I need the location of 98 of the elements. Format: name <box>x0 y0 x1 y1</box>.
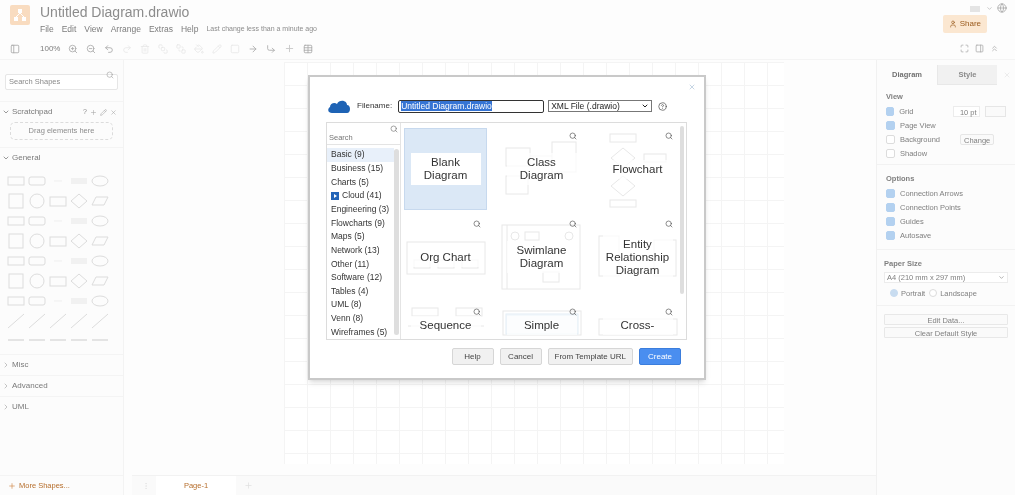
category-item[interactable]: Software (12) <box>327 270 394 285</box>
collapsed-caret-icon[interactable] <box>2 382 10 390</box>
zoom-icon[interactable] <box>473 308 481 316</box>
template-label: Simple <box>506 316 577 335</box>
section-header[interactable]: General <box>12 152 41 164</box>
checkbox[interactable] <box>886 134 895 144</box>
category-item[interactable]: Engineering (3) <box>327 202 394 217</box>
menu-item[interactable]: View <box>84 23 103 36</box>
share-button[interactable]: Share <box>942 15 987 33</box>
section-header[interactable]: Advanced <box>12 380 48 392</box>
menu-item[interactable]: Extras <box>148 23 173 36</box>
category-item[interactable]: Cloud (41) <box>327 188 394 203</box>
caret-icon <box>998 273 1005 281</box>
section-header[interactable]: Misc <box>12 359 29 371</box>
checkbox[interactable] <box>886 189 895 198</box>
category-item[interactable]: Network (13) <box>327 243 394 258</box>
template-tile[interactable]: Sequence <box>404 304 487 339</box>
category-item[interactable]: Wireframes (5) <box>327 325 394 339</box>
menu-item[interactable]: Arrange <box>110 23 141 36</box>
zoom-icon[interactable] <box>473 220 481 228</box>
panel-icon[interactable] <box>975 44 984 53</box>
zoom-icon[interactable] <box>665 308 673 316</box>
zoom-out-icon[interactable] <box>86 43 97 54</box>
arrow-icon[interactable] <box>248 43 259 54</box>
category-item[interactable]: Other (11) <box>327 257 394 271</box>
template-tile[interactable]: Swimlane Diagram <box>500 216 583 298</box>
zoom-dropdown[interactable]: 100% <box>40 42 61 55</box>
expanded-caret-icon[interactable] <box>2 154 10 162</box>
play-badge-icon <box>331 191 339 200</box>
globe-icon[interactable] <box>997 3 1007 13</box>
section-header[interactable]: UML <box>12 401 29 413</box>
close-icon[interactable] <box>688 83 696 91</box>
waypoint-icon[interactable] <box>266 43 277 54</box>
category-item[interactable]: Charts (5) <box>327 175 394 189</box>
panel-icon[interactable] <box>10 43 20 54</box>
checkbox[interactable] <box>886 217 895 226</box>
checkbox[interactable] <box>886 148 895 158</box>
category-item[interactable]: Business (15) <box>327 161 394 176</box>
checkbox[interactable] <box>886 231 895 240</box>
category-item[interactable]: UML (8) <box>327 298 394 312</box>
app-logo-icon <box>10 5 30 25</box>
plus-icon[interactable] <box>8 481 16 490</box>
menu-item[interactable]: File <box>40 23 54 36</box>
template-tile[interactable]: Flowchart <box>596 128 679 210</box>
search-icon <box>106 71 114 79</box>
zoom-icon[interactable] <box>665 132 673 140</box>
undo-icon[interactable] <box>104 43 115 54</box>
collapse-icon[interactable] <box>990 44 999 53</box>
collapsed-caret-icon[interactable] <box>2 361 10 369</box>
menu-item[interactable]: Help <box>181 23 199 36</box>
radio-button[interactable] <box>929 289 938 298</box>
category-item[interactable]: Basic (9) <box>327 148 394 162</box>
checkbox[interactable] <box>886 203 895 212</box>
plus-icon[interactable] <box>284 43 296 54</box>
template-tile[interactable]: Class Diagram <box>500 128 583 210</box>
cloud-icon <box>327 99 351 113</box>
category-item[interactable]: Maps (5) <box>327 229 394 244</box>
fullscreen-icon[interactable] <box>960 44 969 53</box>
caret-icon <box>641 102 650 110</box>
template-label: Entity Relationship Diagram <box>602 234 673 280</box>
expanded-caret-icon[interactable] <box>2 108 10 116</box>
template-tile[interactable]: Entity Relationship Diagram <box>596 216 679 298</box>
template-tile[interactable]: Org Chart <box>404 216 487 298</box>
zoom-icon[interactable] <box>665 220 673 228</box>
zoom-in-icon[interactable] <box>68 43 79 54</box>
template-tile[interactable]: Cross- <box>596 304 679 339</box>
close-icon[interactable] <box>110 108 117 116</box>
zoom-icon[interactable] <box>569 308 577 316</box>
template-tile[interactable]: Simple <box>500 304 583 339</box>
template-label: Blank Diagram <box>410 153 481 185</box>
dialog-button[interactable]: From Template URL <box>547 348 633 365</box>
caret-icon[interactable] <box>986 4 993 12</box>
checkbox[interactable] <box>886 120 895 130</box>
checkbox[interactable] <box>886 106 895 116</box>
help-icon[interactable] <box>658 101 668 111</box>
collapsed-caret-icon[interactable] <box>2 403 10 411</box>
add-page-icon[interactable] <box>244 481 253 490</box>
dialog-button[interactable]: Help <box>451 348 494 365</box>
add-icon[interactable] <box>90 108 97 116</box>
section-header[interactable]: Scratchpad <box>12 106 53 118</box>
person-icon <box>948 20 957 28</box>
template-label: Cross- <box>602 316 673 335</box>
search-icon <box>390 125 398 133</box>
dialog-button[interactable]: Cancel <box>499 348 542 365</box>
zoom-icon[interactable] <box>569 132 577 140</box>
zoom-icon[interactable] <box>569 220 577 228</box>
menu-item[interactable]: Edit <box>61 23 77 36</box>
category-item[interactable]: Venn (8) <box>327 311 394 326</box>
radio-button[interactable] <box>890 289 898 298</box>
filename-field[interactable]: Untitled Diagram.drawio <box>398 99 545 113</box>
table-icon[interactable] <box>303 43 314 54</box>
template-tile[interactable]: Blank Diagram <box>404 128 487 210</box>
file-type-dropdown[interactable]: XML File (.drawio) <box>548 100 653 112</box>
edit-icon[interactable] <box>100 108 107 116</box>
category-item[interactable]: Tables (4) <box>327 284 394 299</box>
template-label: Class Diagram <box>506 153 577 185</box>
category-item[interactable]: Flowcharts (9) <box>327 216 394 230</box>
filename-label: Filename: <box>357 100 393 112</box>
